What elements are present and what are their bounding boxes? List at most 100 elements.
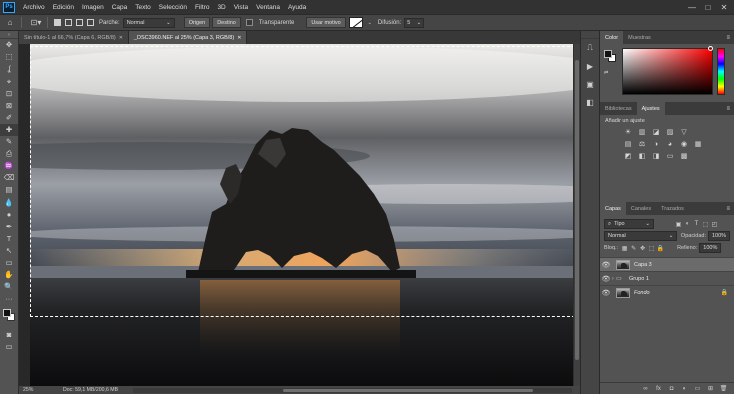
menu-ayuda[interactable]: Ayuda bbox=[284, 4, 310, 11]
quick-selection-tool-icon[interactable]: ⌖ bbox=[0, 75, 18, 87]
opacity-input[interactable]: 100% bbox=[708, 231, 730, 241]
gradient-tool-icon[interactable]: ▤ bbox=[0, 184, 18, 196]
color-picker-cursor[interactable] bbox=[708, 46, 713, 51]
pen-tool-icon[interactable]: ✒ bbox=[0, 220, 18, 232]
navigator-panel-icon[interactable]: ◧ bbox=[581, 93, 599, 111]
transparente-checkbox[interactable] bbox=[245, 19, 253, 26]
panel-menu-icon[interactable]: ≡ bbox=[726, 102, 730, 115]
adjustment-filter-icon[interactable]: ◐ bbox=[683, 220, 692, 228]
vertical-scrollbar[interactable] bbox=[573, 44, 580, 386]
vibrance-icon[interactable]: ▽ bbox=[679, 128, 689, 136]
tab-muestras[interactable]: Muestras bbox=[623, 31, 656, 44]
eraser-tool-icon[interactable]: ⌫ bbox=[0, 172, 18, 184]
lock-transparency-icon[interactable]: ▦ bbox=[620, 244, 629, 252]
lock-pixels-icon[interactable]: ✎ bbox=[629, 244, 638, 252]
brush-tool-icon[interactable]: ✎ bbox=[0, 136, 18, 148]
levels-icon[interactable]: ▥ bbox=[637, 128, 647, 136]
photo-filter-icon[interactable]: ◕ bbox=[665, 140, 675, 148]
delete-layer-icon[interactable]: 🗑 bbox=[719, 385, 728, 392]
patch-tool-preset-icon[interactable]: ⊡▾ bbox=[29, 17, 43, 29]
pattern-swatch[interactable] bbox=[348, 17, 363, 28]
history-brush-tool-icon[interactable]: ♒ bbox=[0, 160, 18, 172]
visibility-eye-icon[interactable]: 👁 bbox=[600, 275, 612, 283]
canvas-area[interactable] bbox=[19, 44, 573, 386]
brightness-icon[interactable]: ☀ bbox=[623, 128, 633, 136]
move-tool-icon[interactable]: ✥ bbox=[0, 39, 18, 51]
maximize-icon[interactable]: □ bbox=[700, 3, 716, 12]
hue-saturation-icon[interactable]: ▤ bbox=[623, 140, 633, 148]
blend-mode-select[interactable]: Normal ⌄ bbox=[604, 231, 678, 241]
posterize-icon[interactable]: ◧ bbox=[637, 152, 647, 160]
menu-archivo[interactable]: Archivo bbox=[19, 4, 49, 11]
lock-artboard-icon[interactable]: ⬚ bbox=[647, 244, 656, 252]
scroll-thumb[interactable] bbox=[283, 388, 533, 392]
tab-trazados[interactable]: Trazados bbox=[656, 202, 689, 215]
pixel-filter-icon[interactable]: ▣ bbox=[674, 220, 683, 228]
new-layer-icon[interactable]: ⊞ bbox=[706, 385, 715, 392]
layer-filter-select[interactable]: ⌕ Tipo ⌄ bbox=[604, 219, 654, 229]
visibility-eye-icon[interactable]: 👁 bbox=[600, 289, 612, 297]
type-tool-icon[interactable]: T bbox=[0, 233, 18, 245]
link-layers-icon[interactable]: ∞ bbox=[641, 386, 650, 392]
document-image[interactable] bbox=[30, 44, 573, 386]
menu-edicion[interactable]: Edición bbox=[49, 4, 78, 11]
lock-all-icon[interactable]: 🔒 bbox=[656, 244, 665, 252]
panel-menu-icon[interactable]: ≡ bbox=[726, 31, 730, 44]
menu-texto[interactable]: Texto bbox=[131, 4, 155, 11]
subtract-selection-icon[interactable] bbox=[76, 19, 83, 26]
history-panel-icon[interactable]: ⎍ bbox=[581, 39, 599, 57]
new-group-icon[interactable]: ▭ bbox=[693, 385, 702, 392]
path-selection-tool-icon[interactable]: ↖ bbox=[0, 245, 18, 257]
tab-ajustes[interactable]: Ajustes bbox=[636, 102, 665, 115]
menu-vista[interactable]: Vista bbox=[230, 4, 252, 11]
selective-color-icon[interactable]: ▩ bbox=[679, 152, 689, 160]
blur-tool-icon[interactable]: 💧 bbox=[0, 196, 18, 208]
hue-slider[interactable] bbox=[717, 48, 725, 95]
chevron-down-icon[interactable]: ⌄ bbox=[368, 20, 372, 26]
smart-object-filter-icon[interactable]: ◰ bbox=[710, 220, 719, 228]
layer-row[interactable]: 👁 Fondo 🔒 bbox=[600, 285, 734, 299]
rectangle-tool-icon[interactable]: ▭ bbox=[0, 257, 18, 269]
add-selection-icon[interactable] bbox=[65, 19, 72, 26]
menu-seleccion[interactable]: Selección bbox=[155, 4, 191, 11]
color-picker-field[interactable] bbox=[622, 48, 713, 95]
home-icon[interactable]: ⌂ bbox=[3, 17, 17, 29]
eyedropper-tool-icon[interactable]: ✐ bbox=[0, 112, 18, 124]
tab-bibliotecas[interactable]: Bibliotecas bbox=[600, 102, 637, 115]
frame-tool-icon[interactable]: ⊠ bbox=[0, 99, 18, 111]
invert-icon[interactable]: ◩ bbox=[623, 152, 633, 160]
close-icon[interactable]: ✕ bbox=[119, 35, 123, 41]
color-balance-icon[interactable]: ⚖ bbox=[637, 140, 647, 148]
scroll-thumb[interactable] bbox=[575, 60, 579, 360]
destino-button[interactable]: Destino bbox=[212, 17, 241, 28]
add-mask-icon[interactable]: ◘ bbox=[667, 386, 676, 392]
lasso-tool-icon[interactable]: ʆ bbox=[0, 63, 18, 75]
toolbar-grip[interactable]: » bbox=[0, 31, 18, 39]
tab-dsc3960[interactable]: _DSC3960.NEF al 25% (Capa 3, RGB/8) ✕ bbox=[128, 31, 248, 44]
shape-filter-icon[interactable]: ⬚ bbox=[701, 220, 710, 228]
exposure-icon[interactable]: ▨ bbox=[665, 128, 675, 136]
menu-imagen[interactable]: Imagen bbox=[78, 4, 108, 11]
tab-color[interactable]: Color bbox=[600, 31, 624, 44]
dock-grip[interactable] bbox=[581, 31, 599, 39]
color-lookup-icon[interactable]: ▦ bbox=[693, 140, 703, 148]
parche-select[interactable]: Normal ⌄ bbox=[122, 17, 175, 28]
hand-tool-icon[interactable]: ✋ bbox=[0, 269, 18, 281]
usar-motivo-button[interactable]: Usar motivo bbox=[306, 17, 346, 28]
black-white-icon[interactable]: ◑ bbox=[651, 140, 661, 148]
menu-ventana[interactable]: Ventana bbox=[252, 4, 284, 11]
menu-capa[interactable]: Capa bbox=[108, 4, 132, 11]
more-tools-icon[interactable]: ··· bbox=[0, 293, 18, 305]
layer-style-icon[interactable]: fx bbox=[654, 386, 663, 392]
menu-filtro[interactable]: Filtro bbox=[191, 4, 213, 11]
threshold-icon[interactable]: ◨ bbox=[651, 152, 661, 160]
fill-input[interactable]: 100% bbox=[699, 243, 722, 253]
layer-row[interactable]: 👁 Capa 3 bbox=[600, 257, 734, 271]
tab-canales[interactable]: Canales bbox=[626, 202, 656, 215]
zoom-tool-icon[interactable]: 🔍 bbox=[0, 281, 18, 293]
panel-menu-icon[interactable]: ≡ bbox=[726, 202, 730, 215]
type-filter-icon[interactable]: T bbox=[692, 220, 701, 228]
minimize-icon[interactable]: — bbox=[684, 3, 700, 12]
document-info[interactable]: Doc: 59,1 MB/200,6 MB bbox=[43, 387, 133, 393]
lock-position-icon[interactable]: ✥ bbox=[638, 244, 647, 252]
